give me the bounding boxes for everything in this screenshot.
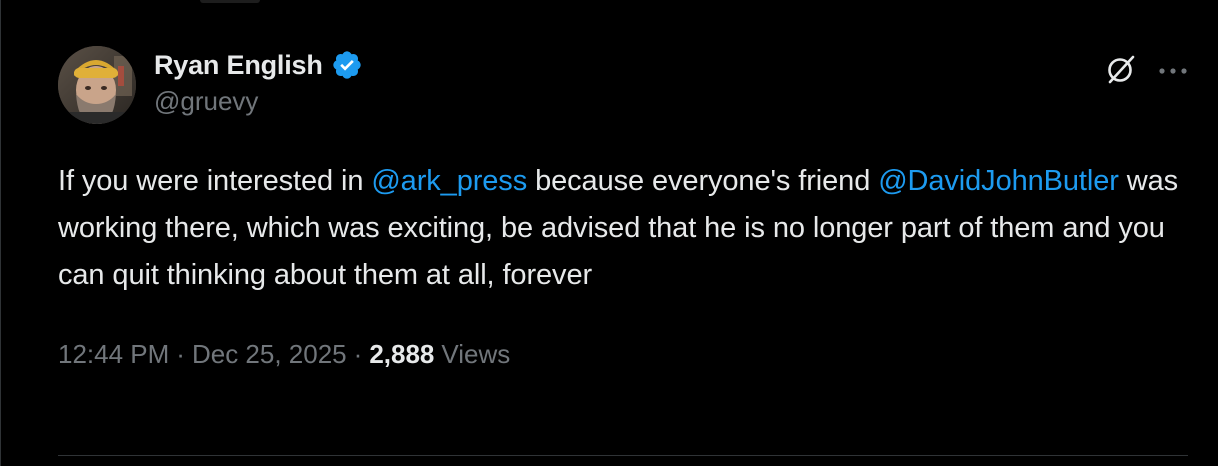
avatar-image <box>58 46 136 124</box>
mention-link-ark-press[interactable]: @ark_press <box>371 165 527 197</box>
column-border <box>0 0 1 466</box>
tweet-header: Ryan English @gruevy <box>58 42 1188 128</box>
tweet-text-segment: because everyone's friend <box>527 165 879 197</box>
previous-content-edge <box>200 0 260 3</box>
more-options-icon[interactable] <box>1158 63 1188 81</box>
author-handle[interactable]: @gruevy <box>154 86 363 117</box>
verified-badge-icon[interactable] <box>331 49 363 81</box>
grok-icon[interactable] <box>1104 52 1138 91</box>
tweet-detail-view: Ryan English @gruevy If you were interes… <box>0 0 1218 466</box>
tweet-text-segment: If you were interested in <box>58 165 372 197</box>
tweet-actions <box>1104 52 1188 91</box>
divider <box>58 455 1188 456</box>
mention-link-davidjohnbutler[interactable]: @DavidJohnButler <box>878 165 1119 197</box>
tweet-date[interactable]: Dec 25, 2025 <box>192 339 347 370</box>
name-row: Ryan English <box>154 48 363 82</box>
avatar[interactable] <box>58 46 136 124</box>
views-label[interactable]: Views <box>441 339 510 370</box>
meta-separator: · <box>176 339 185 369</box>
views-count[interactable]: 2,888 <box>369 339 434 370</box>
tweet: Ryan English @gruevy If you were interes… <box>58 42 1188 370</box>
tweet-text: If you were interested in @ark_press bec… <box>58 158 1188 299</box>
meta-separator: · <box>353 339 363 369</box>
author-identity: Ryan English @gruevy <box>154 48 363 117</box>
tweet-meta: 12:44 PM · Dec 25, 2025 · 2,888 Views <box>58 339 1188 370</box>
author-display-name[interactable]: Ryan English <box>154 50 323 81</box>
tweet-time[interactable]: 12:44 PM <box>58 339 169 370</box>
